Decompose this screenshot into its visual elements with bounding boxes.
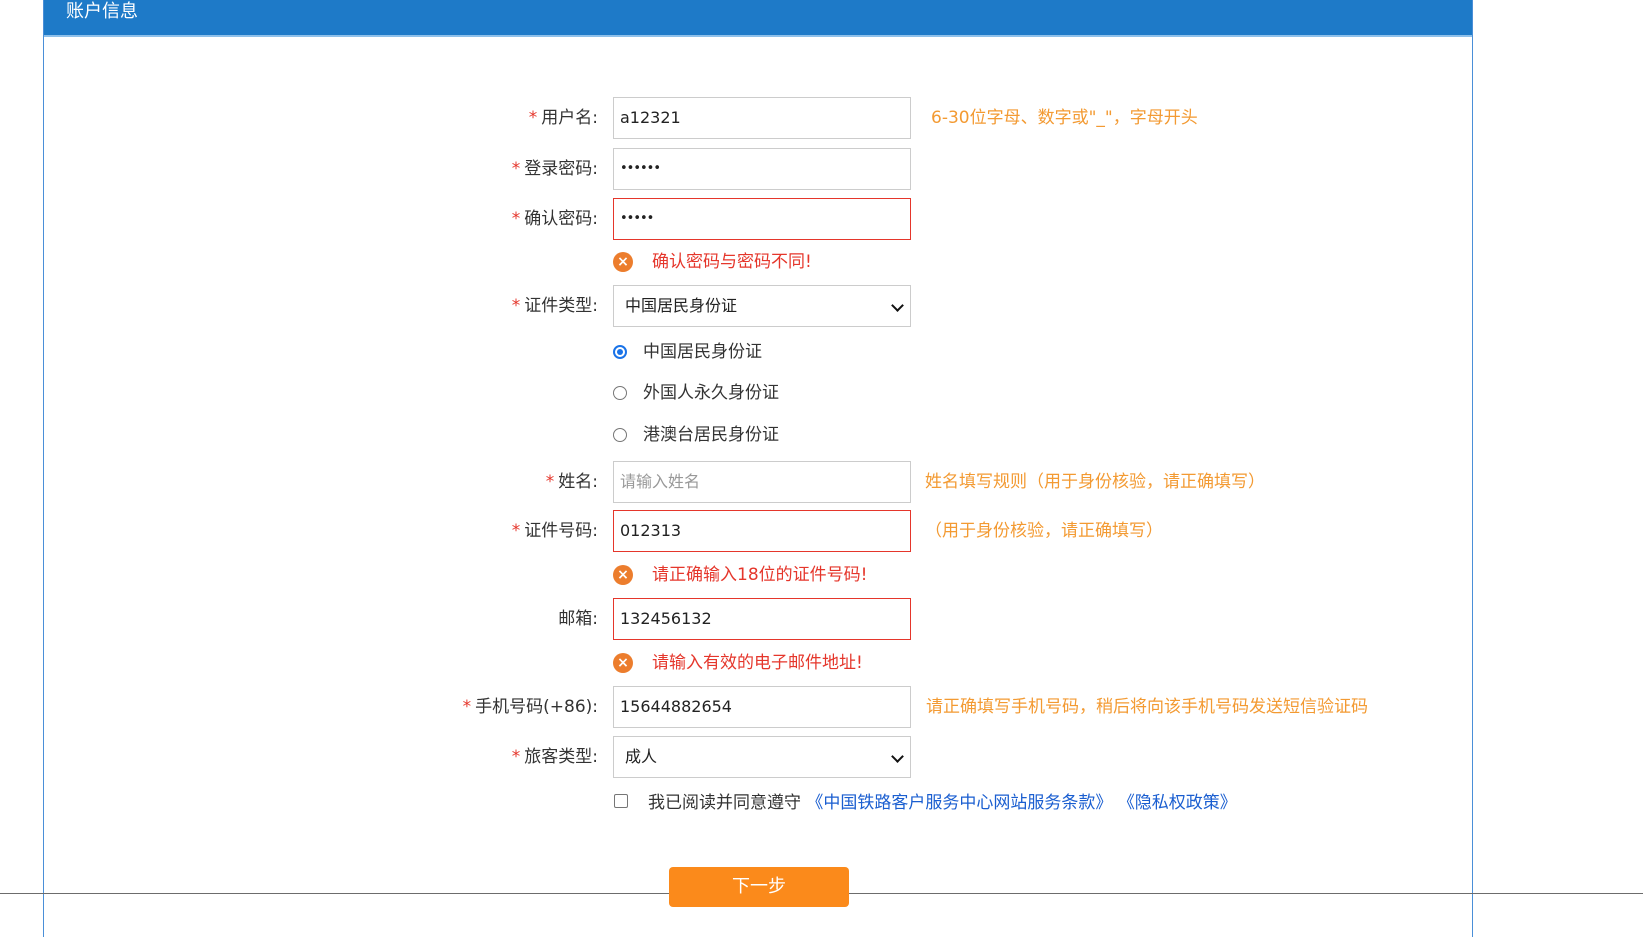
phone-hint: 请正确填写手机号码，稍后将向该手机号码发送短信验证码 (926, 697, 1368, 717)
email-error: × 请输入有效的电子邮件地址! (613, 650, 1213, 678)
id-number-label: * 证件号码: (512, 510, 598, 552)
password-row: * 登录密码: •••••• (0, 148, 1643, 190)
radio-label: 外国人永久身份证 (643, 383, 779, 403)
id-type-label: * 证件类型: (512, 285, 598, 327)
panel-title: 账户信息 (66, 1, 138, 22)
name-row: * 姓名: 请输入姓名 姓名填写规则（用于身份核验，请正确填写） (0, 461, 1643, 503)
privacy-link[interactable]: 《隐私权政策》 (1118, 793, 1237, 813)
radio-button[interactable] (613, 386, 627, 400)
passenger-type-label-text: 旅客类型: (524, 747, 598, 767)
error-icon: × (613, 653, 633, 673)
id-number-hint: （用于身份核验，请正确填写） (925, 521, 1163, 541)
email-label: 邮箱: (558, 609, 598, 629)
passenger-type-row: * 旅客类型: 成人 (0, 736, 1643, 778)
id-type-label-text: 证件类型: (524, 296, 598, 316)
required-mark: * (528, 108, 538, 128)
chevron-down-icon (891, 750, 904, 763)
panel-header: 账户信息 (44, 0, 1472, 37)
confirm-password-row: * 确认密码: ••••• (0, 198, 1643, 240)
username-label: * 用户名: (529, 97, 598, 139)
required-mark: * (545, 472, 555, 492)
name-input[interactable]: 请输入姓名 (613, 461, 911, 503)
confirm-password-error-text: 确认密码与密码不同! (652, 252, 812, 272)
agreement-row: 我已阅读并同意遵守 《中国铁路客户服务中心网站服务条款》 《隐私权政策》 (613, 790, 1413, 816)
email-error-text: 请输入有效的电子邮件地址! (652, 653, 863, 673)
password-input[interactable]: •••••• (613, 148, 911, 190)
passenger-type-label: * 旅客类型: (512, 736, 598, 778)
id-type-selected-value: 中国居民身份证 (625, 296, 738, 315)
confirm-password-input[interactable]: ••••• (613, 198, 911, 240)
required-mark: * (511, 521, 521, 541)
agreement-text: 我已阅读并同意遵守 (648, 793, 801, 813)
id-number-row: * 证件号码: 012313 （用于身份核验，请正确填写） (0, 510, 1643, 552)
username-row: * 用户名: a12321 6-30位字母、数字或"_"，字母开头 (0, 97, 1643, 139)
agreement-checkbox[interactable] (614, 794, 628, 808)
id-number-label-text: 证件号码: (524, 521, 598, 541)
username-input[interactable]: a12321 (613, 97, 911, 139)
passenger-type-select[interactable]: 成人 (613, 736, 911, 778)
required-mark: * (462, 697, 472, 717)
radio-button[interactable] (613, 428, 627, 442)
radio-label: 中国居民身份证 (643, 342, 762, 362)
radio-option-hkmt-id[interactable]: 港澳台居民身份证 (613, 422, 1013, 450)
agreement-text-wrap: 我已阅读并同意遵守 《中国铁路客户服务中心网站服务条款》 《隐私权政策》 (648, 790, 1237, 816)
next-step-button[interactable]: 下一步 (669, 867, 849, 907)
phone-input[interactable]: 15644882654 (613, 686, 911, 728)
confirm-password-label-text: 确认密码: (524, 209, 598, 229)
required-mark: * (511, 159, 521, 179)
name-label: * 姓名: (546, 461, 598, 503)
username-hint: 6-30位字母、数字或"_"，字母开头 (931, 108, 1198, 128)
radio-label: 港澳台居民身份证 (643, 425, 779, 445)
required-mark: * (511, 296, 521, 316)
radio-option-foreign-id[interactable]: 外国人永久身份证 (613, 380, 1013, 408)
id-number-error: × 请正确输入18位的证件号码! (613, 562, 1213, 590)
email-row: 邮箱: 132456132 (0, 598, 1643, 640)
email-input[interactable]: 132456132 (613, 598, 911, 640)
passenger-type-selected-value: 成人 (625, 747, 658, 766)
required-mark: * (511, 209, 521, 229)
phone-label-text: 手机号码(+86): (475, 697, 598, 717)
confirm-password-label: * 确认密码: (512, 198, 598, 240)
terms-link[interactable]: 《中国铁路客户服务中心网站服务条款》 (806, 793, 1112, 813)
required-mark: * (511, 747, 521, 767)
password-label-text: 登录密码: (524, 159, 598, 179)
radio-option-cn-id[interactable]: 中国居民身份证 (613, 339, 1013, 367)
error-icon: × (613, 252, 633, 272)
id-number-input[interactable]: 012313 (613, 510, 911, 552)
id-type-row: * 证件类型: 中国居民身份证 (0, 285, 1643, 327)
password-label: * 登录密码: (512, 148, 598, 190)
radio-button-checked[interactable] (613, 345, 627, 359)
phone-row: * 手机号码(+86): 15644882654 请正确填写手机号码，稍后将向该手… (0, 686, 1643, 728)
name-label-text: 姓名: (558, 472, 598, 492)
username-label-text: 用户名: (541, 108, 598, 128)
id-type-select[interactable]: 中国居民身份证 (613, 285, 911, 327)
error-icon: × (613, 565, 633, 585)
id-number-error-text: 请正确输入18位的证件号码! (652, 565, 868, 585)
chevron-down-icon (891, 299, 904, 312)
name-hint: 姓名填写规则（用于身份核验，请正确填写） (925, 472, 1265, 492)
confirm-password-error: × 确认密码与密码不同! (613, 249, 1213, 277)
phone-label: * 手机号码(+86): (463, 686, 598, 728)
